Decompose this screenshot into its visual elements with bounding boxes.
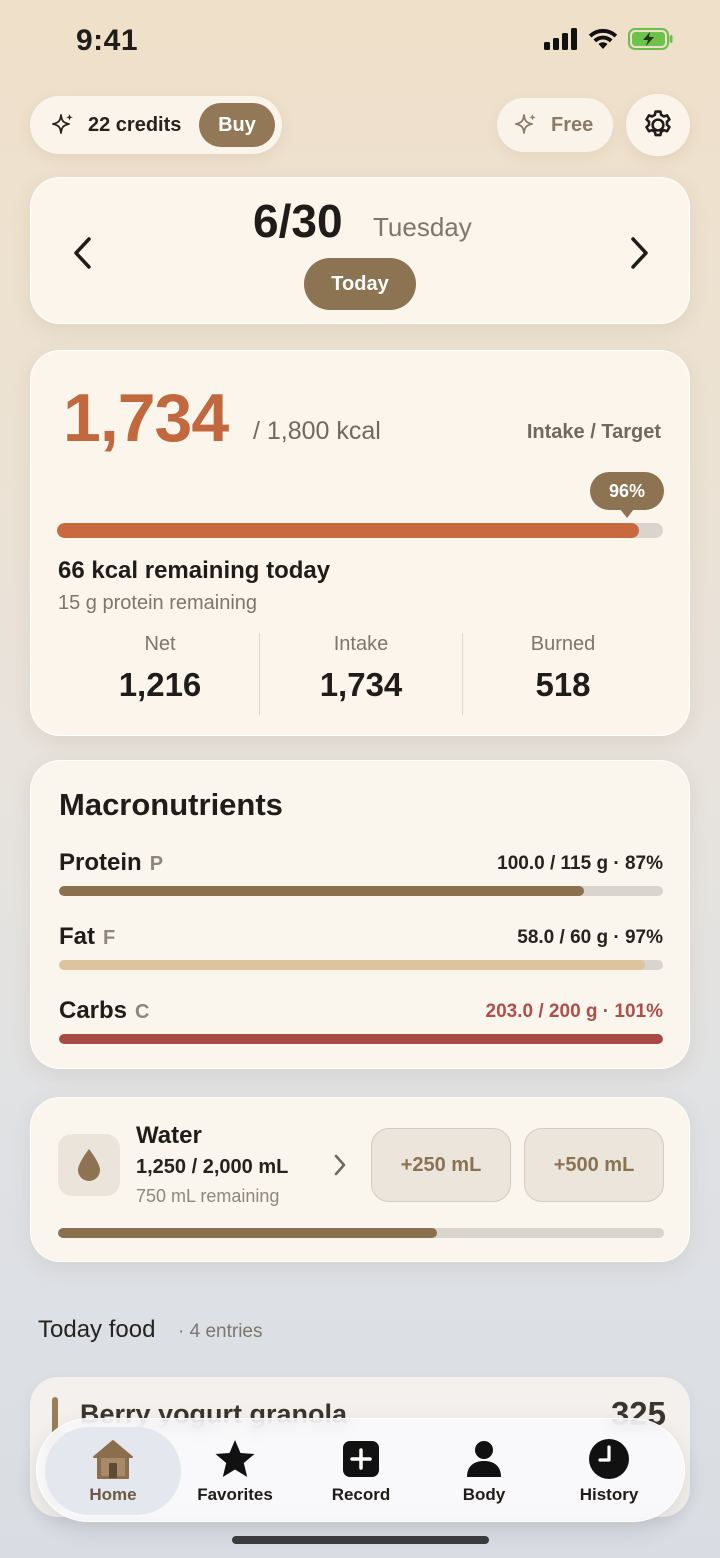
macro-progress-fill <box>59 1034 663 1044</box>
stat-net: Net 1,216 <box>59 633 261 704</box>
wifi-icon <box>588 28 618 49</box>
stat-burned: Burned 518 <box>462 633 664 704</box>
home-indicator <box>232 1536 489 1544</box>
stat-label: Burned <box>530 633 596 655</box>
macro-letter: P <box>149 853 164 875</box>
person-icon <box>467 1441 501 1477</box>
tab-history[interactable]: History <box>547 1419 671 1523</box>
macro-name-wrap: Carbs C <box>59 997 149 1025</box>
calorie-intake-value: 1,734 <box>63 380 229 456</box>
macro-letter: F <box>103 927 116 949</box>
intake-target-caption: Intake / Target <box>526 421 661 443</box>
add-500ml-button[interactable]: +500 mL <box>524 1128 664 1202</box>
date-selector-card: 6/30 Tuesday Today <box>30 177 690 324</box>
plus-square-icon <box>343 1441 379 1477</box>
water-progress-bar <box>58 1228 664 1238</box>
macro-values: 203.0 / 200 g · 101% <box>485 1001 663 1022</box>
macro-progress-bar <box>59 960 663 970</box>
gear-icon <box>645 110 671 137</box>
calorie-percent-badge: 96% <box>590 472 664 518</box>
macro-name-wrap: Protein P <box>59 849 163 877</box>
stat-value: 1,216 <box>118 666 202 703</box>
tab-home[interactable]: Home <box>51 1419 175 1523</box>
macro-name: Carbs <box>59 997 128 1024</box>
sparkle-icon <box>52 114 73 134</box>
macro-values: 100.0 / 115 g · 87% <box>497 853 663 874</box>
sparkle-icon <box>515 114 536 134</box>
macronutrients-title: Macronutrients <box>59 787 283 822</box>
macro-row-carbs: Carbs C 203.0 / 200 g · 101% <box>59 997 663 1067</box>
today-food-heading: Today food <box>38 1316 156 1343</box>
stat-intake: Intake 1,734 <box>260 633 462 704</box>
signal-icon <box>544 28 577 50</box>
macro-progress-fill <box>59 886 585 896</box>
water-amount: 1,250 / 2,000 mL <box>136 1156 289 1178</box>
macro-progress-fill <box>59 960 645 970</box>
macro-row-fat: Fat F 58.0 / 60 g · 97% <box>59 923 663 993</box>
calorie-target: / 1,800 kcal <box>253 417 381 445</box>
water-remaining: 750 mL remaining <box>136 1186 280 1206</box>
tab-label: Favorites <box>197 1485 273 1504</box>
macro-name-wrap: Fat F <box>59 923 115 951</box>
tab-label: Home <box>89 1485 137 1504</box>
plan-label: Free <box>551 113 594 136</box>
calories-remaining: 66 kcal remaining today <box>58 557 331 584</box>
status-icons <box>544 28 674 50</box>
previous-day-button[interactable] <box>63 233 103 273</box>
food-entry-count: · 4 entries <box>178 1321 263 1342</box>
water-details-button[interactable] <box>333 1154 347 1181</box>
calorie-progress-bar <box>57 523 663 538</box>
settings-button[interactable] <box>626 94 690 156</box>
macro-values: 58.0 / 60 g · 97% <box>517 927 663 948</box>
water-card: Water 1,250 / 2,000 mL 750 mL remaining … <box>30 1097 690 1262</box>
water-drop-icon <box>78 1149 100 1181</box>
tab-label: History <box>579 1485 639 1504</box>
macronutrients-card[interactable]: Macronutrients Protein P 100.0 / 115 g · … <box>30 760 690 1069</box>
status-time: 9:41 <box>76 24 139 57</box>
tab-label: Body <box>462 1485 506 1504</box>
selected-weekday: Tuesday <box>373 212 472 242</box>
credits-pill: 22 credits Buy <box>30 96 282 154</box>
water-title[interactable]: Water <box>136 1122 202 1150</box>
add-250ml-button[interactable]: +250 mL <box>371 1128 511 1202</box>
macro-progress-bar <box>59 886 663 896</box>
buy-credits-button[interactable]: Buy <box>199 103 275 147</box>
credits-count: 22 credits <box>88 113 182 136</box>
next-day-button[interactable] <box>619 233 659 273</box>
macro-row-protein: Protein P 100.0 / 115 g · 87% <box>59 849 663 919</box>
stat-label: Intake <box>333 633 389 655</box>
tab-body[interactable]: Body <box>422 1419 546 1523</box>
clock-icon <box>589 1439 629 1479</box>
chevron-left-icon <box>74 237 91 269</box>
stat-value: 518 <box>535 666 591 703</box>
chevron-right-icon <box>334 1154 346 1176</box>
calorie-summary-card[interactable]: 1,734 / 1,800 kcal Intake / Target 96% 6… <box>30 350 690 736</box>
tab-bar: Home Favorites Record Body History <box>36 1418 685 1522</box>
calorie-progress-fill <box>57 523 639 538</box>
water-icon-box <box>58 1134 120 1196</box>
tab-record[interactable]: Record <box>299 1419 423 1523</box>
stat-value: 1,734 <box>319 666 403 703</box>
protein-remaining: 15 g protein remaining <box>58 592 258 614</box>
water-progress-fill <box>58 1228 437 1238</box>
selected-date: 6/30 <box>253 195 343 247</box>
home-icon <box>93 1440 133 1479</box>
macro-name: Fat <box>59 923 95 950</box>
macro-letter: C <box>135 1001 150 1023</box>
star-icon <box>215 1440 255 1477</box>
macro-name: Protein <box>59 849 142 876</box>
macro-progress-bar <box>59 1034 663 1044</box>
tab-label: Record <box>331 1485 391 1504</box>
battery-icon <box>628 28 673 50</box>
today-button[interactable]: Today <box>304 258 416 310</box>
stat-label: Net <box>144 633 176 655</box>
tab-favorites[interactable]: Favorites <box>173 1419 297 1523</box>
plan-badge-button[interactable]: Free <box>497 98 613 152</box>
chevron-right-icon <box>631 237 648 269</box>
